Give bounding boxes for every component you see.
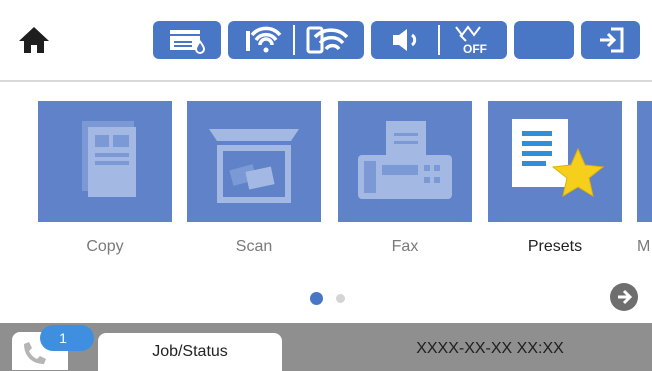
home-icon [19,27,49,53]
top-divider [0,80,652,82]
job-status-button[interactable]: Job/Status [98,333,282,371]
wifi-direct-icon [306,26,349,54]
sleep-moon-icon [536,30,546,50]
scan-icon [209,129,299,203]
presets-label: Presets [527,238,583,255]
sound-icon [393,29,417,51]
copy-tile[interactable] [38,101,172,222]
printer-status-button[interactable] [153,21,221,59]
copy-icon [82,121,136,197]
fax-icon [358,121,452,199]
network-divider [293,25,295,55]
arrow-right-icon [618,289,633,305]
network-status-button[interactable] [228,21,364,59]
scan-label: Scan [235,238,273,255]
printer-home-screen: OFF Copy Scan Fax Presets M 1 Job/Status… [0,0,652,371]
login-button[interactable] [581,21,640,59]
sleep-button[interactable] [514,21,574,59]
printer-ink-icon [170,30,205,54]
settings-status-button[interactable]: OFF [371,21,507,59]
page-dot-active[interactable] [310,292,323,305]
home-button[interactable] [14,20,54,60]
notification-badge: 1 [40,325,94,351]
login-icon [599,27,623,53]
date-time-display: XXXX-XX-XX XX:XX [416,340,564,357]
fax-label: Fax [391,238,419,255]
more-app-tile[interactable] [637,101,652,222]
presets-tile[interactable] [488,101,622,222]
notification-count: 1 [59,330,67,346]
eco-off-icon: OFF [455,25,487,56]
svg-text:OFF: OFF [463,42,487,56]
page-dot-inactive[interactable] [336,294,345,303]
more-app-label: M [637,238,651,255]
copy-label: Copy [86,238,124,255]
status-bar: OFF [0,0,652,80]
more-app-icon [637,101,638,102]
wifi-icon [246,26,282,53]
fax-tile[interactable] [338,101,472,222]
presets-icon [512,119,605,198]
next-page-button[interactable] [610,283,638,311]
scan-tile[interactable] [187,101,321,222]
settings-divider [438,25,440,55]
